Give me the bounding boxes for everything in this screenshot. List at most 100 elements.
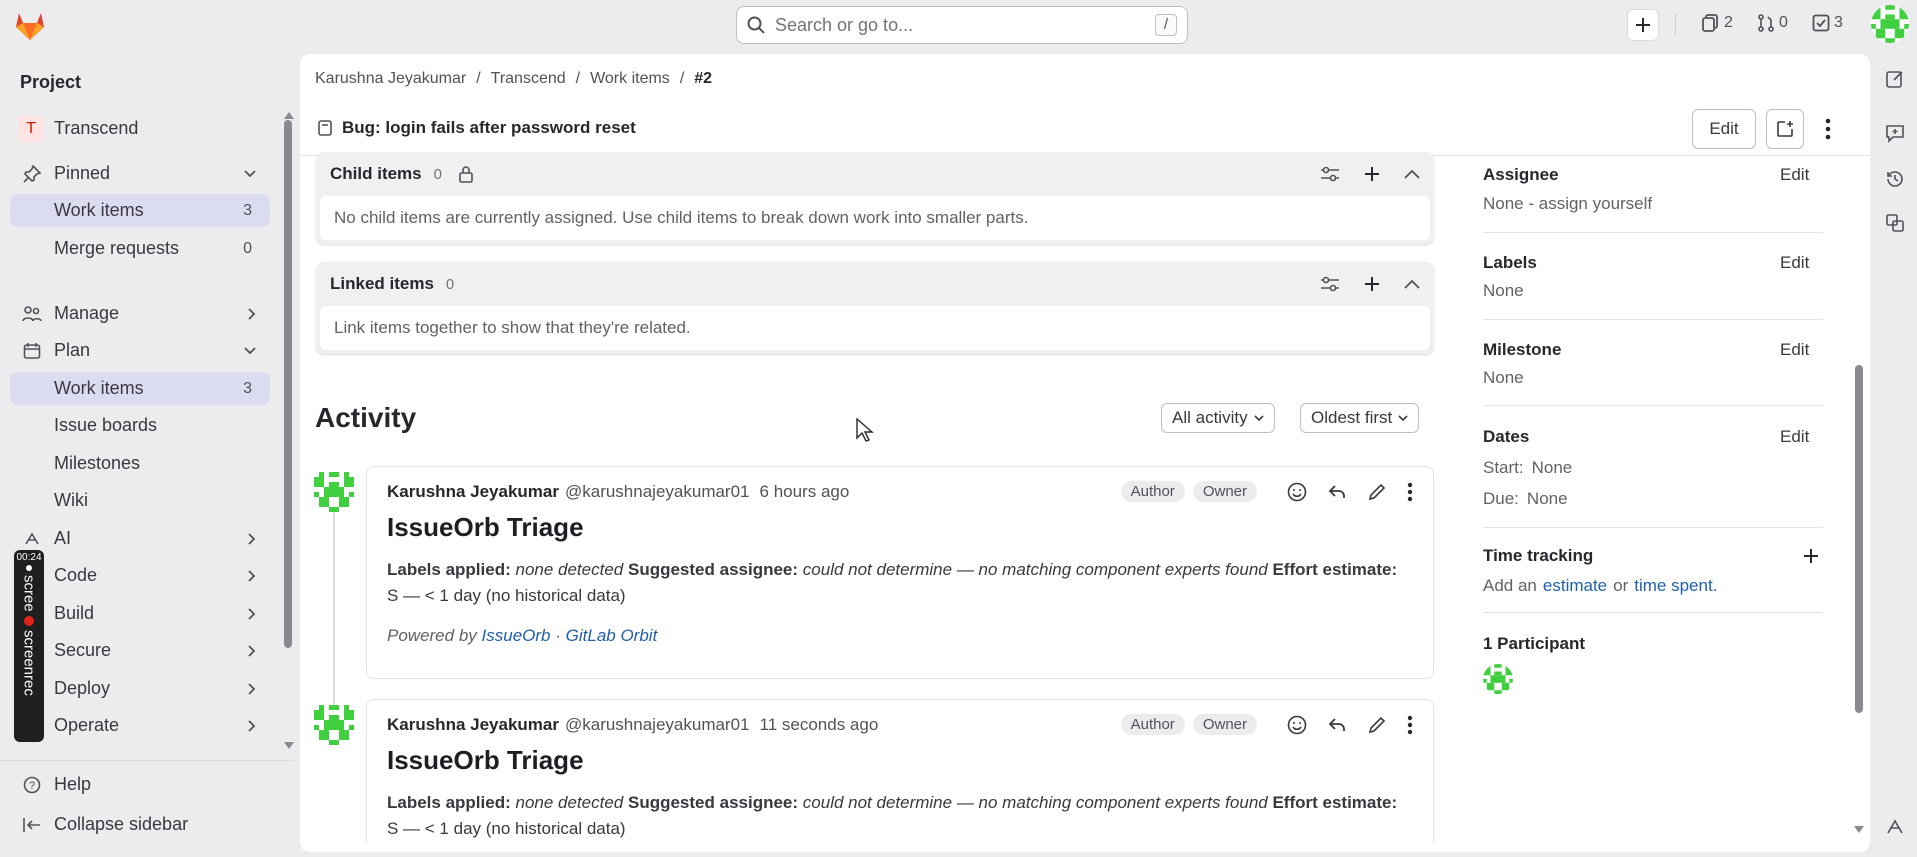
chevron-right-icon <box>248 682 256 695</box>
sidebar-item-build[interactable]: Build <box>10 597 270 630</box>
edit-pencil-icon[interactable] <box>1367 482 1387 502</box>
sidebar-item-code[interactable]: Code <box>10 559 270 592</box>
sidebar-item-issue-boards[interactable]: Issue boards <box>10 409 270 442</box>
more-actions-icon[interactable] <box>1407 482 1413 502</box>
time-tracking-text: Add an <box>1483 576 1537 595</box>
sidebar-item-deploy[interactable]: Deploy <box>10 672 270 705</box>
history-icon[interactable] <box>1878 164 1912 194</box>
reply-icon[interactable] <box>1327 715 1347 735</box>
screen-recorder-widget[interactable]: 00:24 scree screenrec <box>14 550 44 742</box>
milestone-edit-button[interactable]: Edit <box>1780 340 1809 360</box>
dates-edit-button[interactable]: Edit <box>1780 427 1809 447</box>
mouse-cursor-icon <box>856 418 874 442</box>
note-body: Labels applied: none detected Suggested … <box>387 557 1413 609</box>
gitlab-logo-icon[interactable] <box>12 7 48 43</box>
emoji-reaction-icon[interactable] <box>1287 715 1307 735</box>
note-author[interactable]: Karushna Jeyakumar <box>387 482 559 502</box>
settings-sliders-icon[interactable] <box>1320 276 1340 292</box>
sidebar-item-ai[interactable]: AI <box>10 522 270 555</box>
edit-note-icon[interactable] <box>1878 64 1912 94</box>
breadcrumb-item[interactable]: Karushna Jeyakumar <box>315 70 466 88</box>
breadcrumb-item[interactable]: Work items <box>590 70 670 88</box>
note-handle[interactable]: @karushnajeyakumar01 <box>565 715 750 735</box>
issues-icon <box>1702 14 1720 32</box>
more-actions-icon[interactable] <box>1407 715 1413 735</box>
note-avatar[interactable] <box>314 705 354 745</box>
sidebar-item-secure[interactable]: Secure <box>10 634 270 667</box>
sidebar-item-label: Work items <box>54 378 144 398</box>
help-button[interactable]: ? Help <box>10 768 270 801</box>
reply-icon[interactable] <box>1327 482 1347 502</box>
add-time-icon[interactable] <box>1803 548 1819 564</box>
participant-avatar[interactable] <box>1483 664 1513 694</box>
sidebar-project[interactable]: T Transcend <box>10 112 270 145</box>
settings-sliders-icon[interactable] <box>1320 166 1340 182</box>
breadcrumb-current[interactable]: #2 <box>694 70 712 88</box>
issueorb-link[interactable]: IssueOrb <box>482 626 551 645</box>
sidebar-pinned[interactable]: Pinned <box>10 157 270 190</box>
sidebar-item-pinned-work-items[interactable]: Work items 3 <box>10 194 270 227</box>
divider <box>1483 232 1823 233</box>
collapse-sidebar-button[interactable]: Collapse sidebar <box>10 808 270 841</box>
sidebar-item-merge-requests[interactable]: Merge requests 0 <box>10 232 270 265</box>
sidebar-item-wiki[interactable]: Wiki <box>10 484 270 517</box>
activity-filter-dropdown[interactable]: All activity <box>1161 403 1275 433</box>
more-actions-icon[interactable] <box>1825 118 1831 140</box>
note-handle[interactable]: @karushnajeyakumar01 <box>565 482 750 502</box>
breadcrumb-item[interactable]: Transcend <box>491 70 566 88</box>
comment-icon[interactable] <box>1878 118 1912 148</box>
edit-title-button[interactable]: Edit <box>1692 109 1756 149</box>
labels-edit-button[interactable]: Edit <box>1780 253 1809 273</box>
scroll-down-arrow-icon[interactable] <box>284 742 294 750</box>
todos-button[interactable]: 3 <box>1812 14 1843 32</box>
lock-icon <box>458 165 474 183</box>
chevron-up-icon[interactable] <box>1404 279 1420 289</box>
sidebar-item-plan[interactable]: Plan <box>10 334 270 367</box>
recorder-dot-icon <box>26 565 32 571</box>
new-related-item-button[interactable] <box>1766 109 1804 149</box>
participants-label: 1 Participant <box>1483 634 1586 653</box>
assignee-value[interactable]: None - assign yourself <box>1483 194 1652 214</box>
project-avatar: T <box>18 115 44 142</box>
gitlab-orbit-link[interactable]: GitLab Orbit <box>566 626 658 645</box>
start-date-key: Start: <box>1483 458 1524 477</box>
sidebar-item-operate[interactable]: Operate <box>10 709 270 742</box>
sidebar-item-milestones[interactable]: Milestones <box>10 447 270 480</box>
sidebar-scrollbar[interactable] <box>284 120 292 648</box>
labels-value: none detected <box>515 560 624 579</box>
scroll-down-arrow-icon[interactable] <box>1854 826 1864 834</box>
chevron-up-icon[interactable] <box>1404 169 1420 179</box>
time-spent-link[interactable]: time spent. <box>1634 576 1717 596</box>
create-new-button[interactable] <box>1627 9 1659 41</box>
right-sidebar-scrollbar[interactable] <box>1855 365 1863 713</box>
time-tracking-or: or <box>1613 576 1629 595</box>
project-name: Transcend <box>54 118 139 138</box>
note-heading: IssueOrb Triage <box>387 512 584 542</box>
add-linked-icon[interactable] <box>1364 276 1380 292</box>
activity-heading: Activity <box>315 402 417 433</box>
assignee-edit-button[interactable]: Edit <box>1780 165 1809 185</box>
sidebar-item-manage[interactable]: Manage <box>10 297 270 330</box>
compare-icon[interactable] <box>1878 208 1912 238</box>
edit-pencil-icon[interactable] <box>1367 715 1387 735</box>
merge-requests-button[interactable]: 0 <box>1757 14 1788 32</box>
activity-sort-dropdown[interactable]: Oldest first <box>1300 403 1420 433</box>
duo-chat-icon[interactable] <box>1878 812 1912 842</box>
effort-value: S — < 1 day (no historical data) <box>387 819 626 838</box>
labels-value: none detected <box>515 793 624 812</box>
scroll-up-arrow-icon[interactable] <box>284 111 294 119</box>
user-avatar[interactable] <box>1871 5 1909 43</box>
sidebar-item-work-items[interactable]: Work items 3 <box>10 372 270 405</box>
note-time[interactable]: 11 seconds ago <box>760 715 879 735</box>
child-items-count: 0 <box>433 165 442 183</box>
labels-label: Labels <box>1483 253 1537 272</box>
estimate-link[interactable]: estimate <box>1543 576 1607 596</box>
emoji-reaction-icon[interactable] <box>1287 482 1307 502</box>
note-avatar[interactable] <box>314 472 354 512</box>
note-author[interactable]: Karushna Jeyakumar <box>387 715 559 735</box>
note-time[interactable]: 6 hours ago <box>760 482 850 502</box>
issues-button[interactable]: 2 <box>1702 14 1733 32</box>
search-input[interactable]: Search or go to... / <box>736 6 1188 44</box>
divider <box>0 760 295 761</box>
add-child-icon[interactable] <box>1364 166 1380 182</box>
